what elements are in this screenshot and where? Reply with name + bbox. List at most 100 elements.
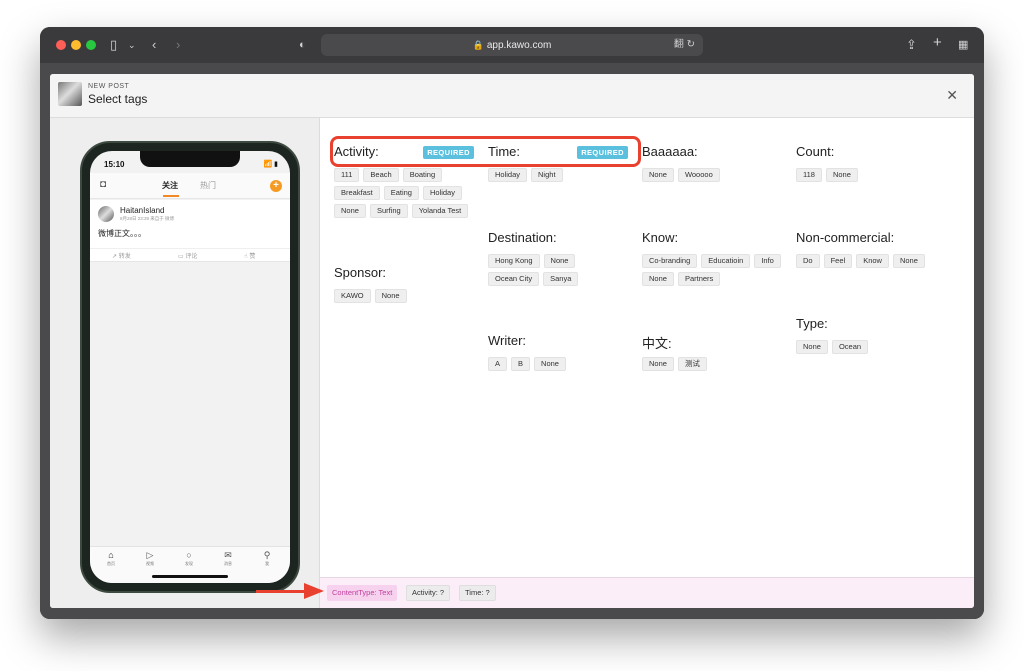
repost-action: ↗ 转发	[112, 251, 131, 260]
tabbar-me: ⚲ 我	[256, 550, 278, 567]
tab-hot: 热门	[200, 181, 216, 190]
group-label-baaaaaa: Baaaaaa:	[642, 144, 698, 159]
tag-option[interactable]: Co-branding	[642, 254, 698, 268]
new-tab-icon[interactable]: +	[933, 34, 942, 52]
back-icon[interactable]: ‹	[152, 36, 156, 54]
tag-option[interactable]: Ocean City	[488, 272, 540, 286]
tab-following: 关注	[162, 181, 178, 190]
chevron-down-icon[interactable]: ⌄	[128, 36, 136, 54]
selected-tag-time[interactable]: Time: ?	[459, 585, 496, 601]
tag-option[interactable]: None	[642, 357, 674, 371]
tag-option[interactable]: Night	[531, 168, 563, 182]
zoom-window-button[interactable]	[86, 40, 96, 50]
select-tags-modal: NEW POST Select tags ✕ 15:10 📶 ▮ ◘ 关注 热门…	[50, 74, 974, 608]
selected-tag-content-type[interactable]: ContentType: Text	[327, 585, 398, 601]
person-icon: ⚲	[263, 550, 271, 560]
tag-option[interactable]: KAWO	[334, 289, 371, 303]
tag-option[interactable]: Breakfast	[334, 186, 380, 200]
mail-icon: ✉	[224, 550, 232, 560]
group-destination: Destination: Hong Kong None Ocean City Sany…	[488, 230, 628, 286]
tag-option[interactable]: None	[543, 254, 576, 268]
camera-icon: ◘	[100, 179, 107, 190]
tag-option[interactable]: Holiday	[488, 168, 528, 182]
tag-option[interactable]: Know	[856, 254, 889, 268]
tag-option[interactable]: None	[334, 204, 366, 218]
group-label-writer: Writer:	[488, 333, 527, 348]
tag-list: Co-branding Educatioin Info None Partners	[642, 254, 782, 286]
tab-underline	[163, 195, 179, 197]
status-icons: 📶 ▮	[263, 161, 278, 168]
tag-option[interactable]: Boating	[402, 168, 443, 182]
annotation-arrow	[256, 590, 306, 593]
tag-option[interactable]: Eating	[383, 186, 419, 200]
tag-option[interactable]: None	[796, 340, 828, 354]
modal-title: Select tags	[88, 92, 148, 106]
weibo-header: ◘ 关注 热门 +	[90, 173, 290, 199]
preview-panel: 15:10 📶 ▮ ◘ 关注 热门 + HaitanIsland 8月28日 2…	[50, 118, 320, 608]
close-window-button[interactable]	[56, 40, 66, 50]
weibo-post: HaitanIsland 8月28日 23:39 来自于 微博 微博正文。。。 …	[90, 200, 290, 262]
url-text: app.kawo.com	[486, 40, 552, 51]
tag-option[interactable]: None	[642, 168, 674, 182]
tag-option[interactable]: A	[488, 357, 508, 371]
group-know: Know: Co-branding Educatioin Info None Partn…	[642, 230, 782, 286]
group-count: Count: 118 None	[796, 144, 946, 182]
tag-option[interactable]: Surfing	[369, 204, 408, 218]
tag-option[interactable]: None	[892, 254, 925, 268]
tab-overview-icon[interactable]: ▦	[958, 36, 968, 54]
thumbs-up-icon: ☝	[244, 254, 248, 260]
tag-option[interactable]: None	[825, 168, 858, 182]
minimize-window-button[interactable]	[71, 40, 81, 50]
tag-option[interactable]: Beach	[363, 168, 399, 182]
tag-list: Hong Kong None Ocean City Sanya	[488, 254, 628, 286]
tag-option[interactable]: Holiday	[422, 186, 462, 200]
tag-option[interactable]: Do	[796, 254, 820, 268]
address-bar[interactable]: 🔒 app.kawo.com 翻 ↻	[321, 34, 703, 56]
tag-option[interactable]: Hong Kong	[488, 254, 540, 268]
video-icon: ▷	[146, 550, 154, 560]
tag-option[interactable]: None	[642, 272, 674, 286]
tag-option[interactable]: Wooooo	[677, 168, 720, 182]
close-icon[interactable]: ✕	[946, 87, 958, 104]
phone-screen: 15:10 📶 ▮ ◘ 关注 热门 + HaitanIsland 8月28日 2…	[90, 151, 290, 583]
browser-window: ▯ ⌄ ‹ › ◐ 🔒 app.kawo.com 翻 ↻ ⇪ + ▦ NEW PO…	[40, 27, 984, 619]
tag-list: None Wooooo	[642, 168, 782, 182]
sidebar-icon[interactable]: ▯	[110, 36, 117, 54]
share-icon[interactable]: ⇪	[906, 36, 917, 54]
tag-option[interactable]: Partners	[677, 272, 721, 286]
tabbar-label: 视频	[146, 561, 154, 566]
tag-option[interactable]: 118	[796, 168, 822, 182]
annotation-arrow-head	[304, 583, 324, 599]
tag-option[interactable]: None	[374, 289, 407, 303]
repost-label: 转发	[118, 254, 131, 260]
privacy-shield-icon[interactable]: ◐	[299, 36, 306, 54]
tag-option[interactable]: 测试	[677, 357, 707, 371]
group-label-sponsor: Sponsor:	[334, 265, 387, 280]
tabbar-label: 消息	[224, 561, 232, 566]
tag-option[interactable]: B	[511, 357, 531, 371]
tag-option[interactable]: Feel	[823, 254, 853, 268]
tabbar-discover: ○ 发现	[178, 550, 200, 567]
comment-icon: ▭	[178, 254, 184, 260]
tag-option[interactable]: None	[534, 357, 566, 371]
post-avatar	[98, 206, 114, 222]
tag-option[interactable]: Yolanda Test	[411, 204, 469, 218]
reload-icon[interactable]: ↻	[687, 39, 695, 50]
translate-icon[interactable]: 翻	[674, 39, 684, 50]
tag-option[interactable]: 111	[334, 168, 360, 182]
forward-icon[interactable]: ›	[176, 36, 180, 54]
tag-option[interactable]: Educatioin	[701, 254, 751, 268]
tag-option[interactable]: Ocean	[831, 340, 869, 354]
plus-icon: +	[270, 180, 282, 192]
selected-tags-bar: ContentType: Text Activity: ? Time: ?	[320, 577, 974, 608]
tag-list: KAWO None	[334, 289, 474, 303]
post-meta: 8月28日 23:39 来自于 微博	[120, 216, 175, 221]
group-baaaaaa: Baaaaaa: None Wooooo	[642, 144, 782, 182]
tag-option[interactable]: Info	[754, 254, 781, 268]
tag-selection-panel: Activity: REQUIRED 111 Beach Boating Breakfa…	[320, 118, 974, 577]
selected-tag-activity[interactable]: Activity: ?	[406, 585, 451, 601]
tag-option[interactable]: Sanya	[543, 272, 579, 286]
browser-toolbar: ▯ ⌄ ‹ › ◐ 🔒 app.kawo.com 翻 ↻ ⇪ + ▦	[40, 27, 984, 63]
group-sponsor: Sponsor: KAWO None	[334, 265, 474, 303]
group-label-type: Type:	[796, 316, 828, 331]
